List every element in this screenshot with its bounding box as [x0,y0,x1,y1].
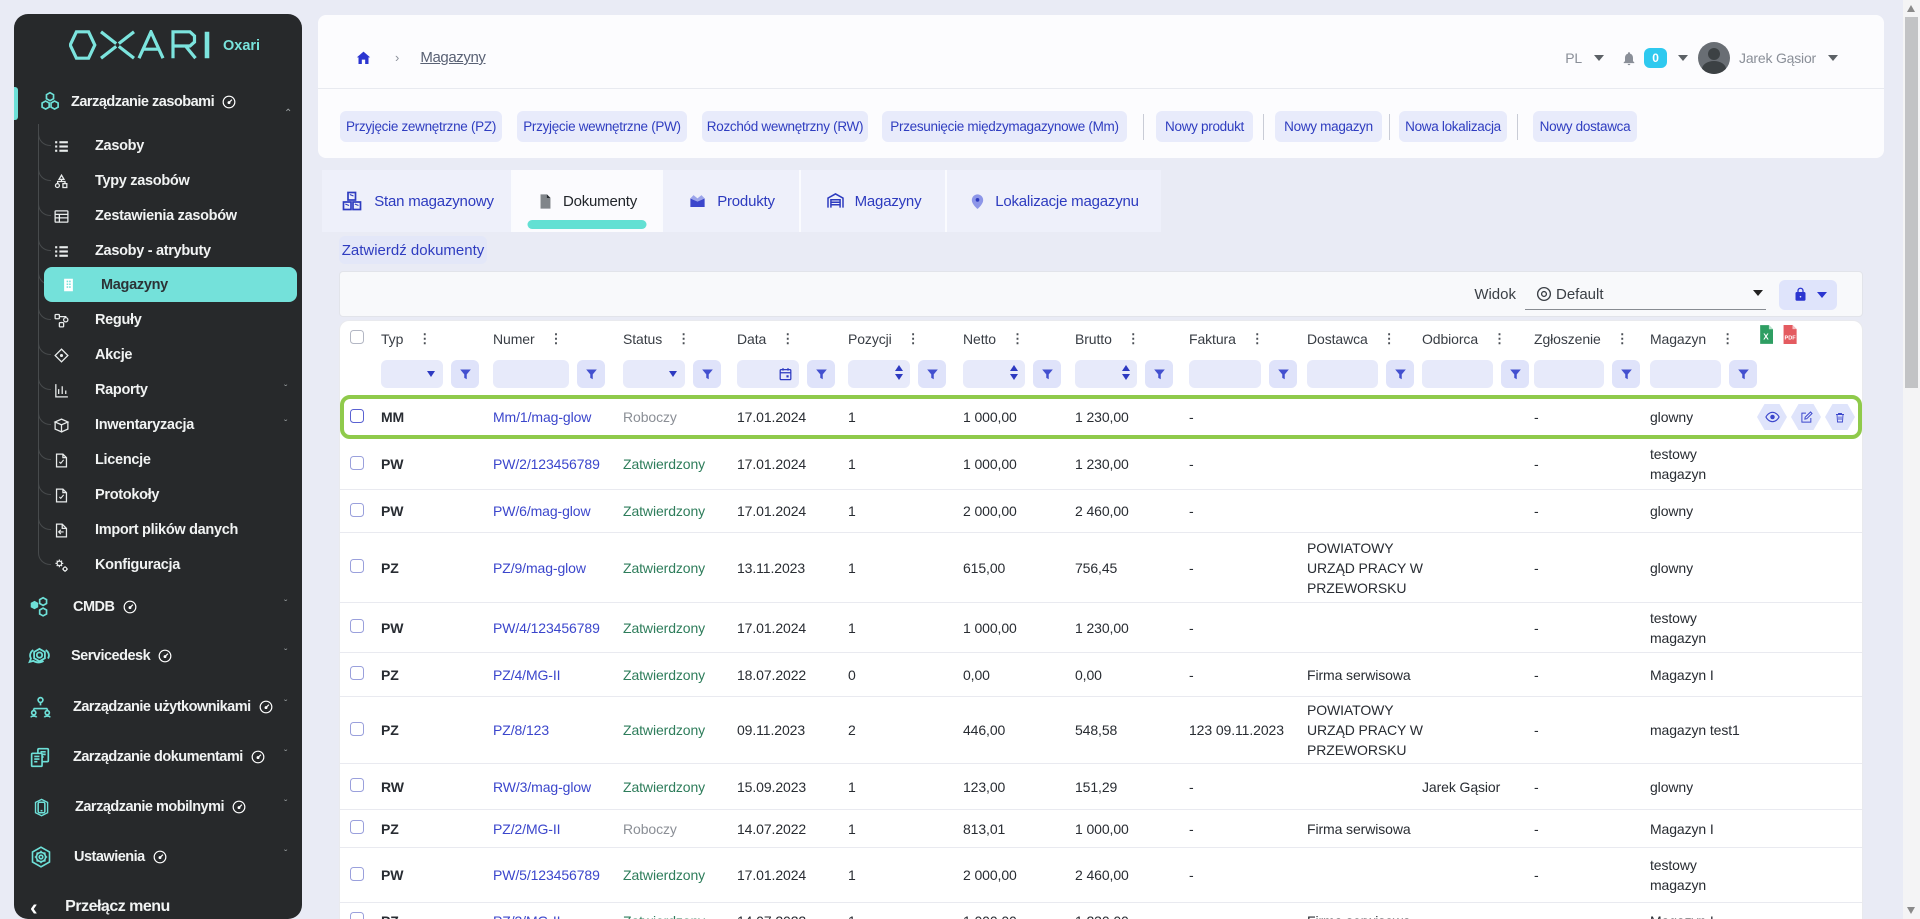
svg-text:X: X [1763,333,1769,342]
svg-text:PDF: PDF [1784,335,1796,341]
